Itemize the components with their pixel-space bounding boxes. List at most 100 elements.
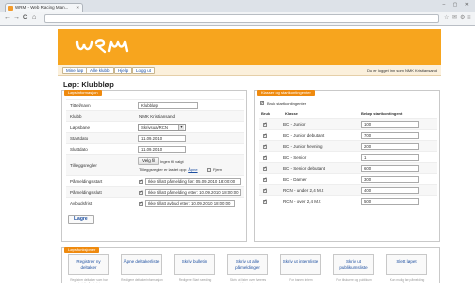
classes-header: Klasser og startkontingenter	[257, 90, 315, 96]
cancel-input[interactable]: Ikke tillatt avbud etter: 10.09.2010 18:…	[145, 200, 235, 207]
cancel-checkbox[interactable]	[139, 200, 143, 206]
menu-icon[interactable]: ≡	[467, 14, 471, 22]
class-row: BC - Senior 1	[259, 151, 437, 162]
class-fee-input[interactable]: 700	[361, 132, 419, 139]
browser-tab[interactable]: WRM - Web Racing Man... ×	[5, 3, 83, 12]
tab-close-icon[interactable]: ×	[76, 4, 79, 12]
reg-close-input[interactable]: Ikke tillatt påmelding etter: 10.09.2010…	[145, 189, 241, 196]
address-bar[interactable]	[44, 14, 439, 23]
class-row: BC - Senior debutant 600	[259, 162, 437, 173]
actions-header: Løpsfunksjoner	[64, 247, 100, 253]
class-fee-input[interactable]: 1	[361, 154, 419, 161]
use-fee-checkbox[interactable]	[260, 100, 264, 106]
field-row-reg-open: Påmeldingsstart Ikke tillatt påmelding f…	[66, 175, 244, 186]
reg-open-label: Påmeldingsstart	[70, 179, 103, 184]
field-row-startdate: Startdato 11.09.2010	[66, 132, 244, 143]
back-icon[interactable]: ←	[4, 14, 11, 22]
class-name: BC - Senior	[283, 155, 307, 160]
col-class-header: Klasse	[285, 111, 298, 116]
track-label: Løpsbane	[70, 125, 91, 130]
action-description: For tilskuere og publikum	[336, 278, 372, 282]
chevron-down-icon: ▼	[178, 125, 184, 130]
use-fee-label: Bruk startkontingenter	[267, 100, 307, 106]
tab-title: WRM - Web Racing Man...	[15, 5, 69, 10]
wrm-logo	[74, 35, 134, 57]
class-row: BC - Junior debutant 700	[259, 129, 437, 140]
class-row: RCN - under 2,4 M.t 400	[259, 184, 437, 195]
action-description: For banen intern	[289, 278, 313, 282]
class-fee-input[interactable]: 400	[361, 187, 419, 194]
reg-close-checkbox[interactable]	[139, 189, 143, 195]
startdate-input[interactable]: 11.09.2010	[138, 135, 186, 142]
classes-panel: Klasser og startkontingenter Bruk startk…	[254, 90, 440, 242]
favicon-icon	[8, 6, 13, 11]
choose-file-button[interactable]: Velg fil	[138, 157, 160, 165]
menu-hjelp[interactable]: Hjelp	[114, 67, 133, 74]
class-use-checkbox[interactable]	[263, 198, 267, 204]
race-info-panel: Løpsinformasjon Tittel/navn Klubbløp Klu…	[61, 90, 247, 242]
field-row-enddate: Sluttdato 11.09.2010	[66, 143, 244, 154]
class-row: BC - Junior hevning 200	[259, 140, 437, 151]
menu-alle-klubb[interactable]: Alle klubb	[86, 67, 114, 74]
window-controls[interactable]: – ▢ ✕	[443, 2, 472, 8]
reg-open-checkbox[interactable]	[139, 178, 143, 184]
menu-logg-ut[interactable]: Logg ut	[132, 67, 156, 74]
reload-icon[interactable]: C	[23, 14, 27, 22]
class-row: BC - Damer 300	[259, 173, 437, 184]
field-row-reg-close: Påmeldingsslutt Ikke tillatt påmelding e…	[66, 186, 244, 197]
login-info: Du er logget inn som NMK Kristiansand	[366, 68, 437, 73]
field-row-club: Klubb NMK Kristiansand	[66, 110, 244, 121]
settings-icon[interactable]: ⚙	[460, 14, 465, 22]
enddate-input[interactable]: 11.09.2010	[138, 146, 186, 153]
action-button[interactable]: Skriv ut internliste	[280, 254, 321, 275]
action-button[interactable]: Skriv ut publikumsliste	[333, 254, 374, 275]
title-input[interactable]: Klubbløp	[138, 102, 198, 109]
forward-icon[interactable]: →	[13, 14, 20, 22]
actions-panel: Løpsfunksjoner Registrer ny deltaker Regi…	[61, 247, 440, 283]
menu-mine-lop[interactable]: Mine løp	[62, 67, 88, 74]
home-icon[interactable]: ⌂	[32, 14, 36, 22]
action-description: Redigere deltakerinformasjon	[121, 278, 163, 282]
action-description: Registrer deltaker som har betalt på ste…	[70, 278, 108, 283]
class-use-checkbox[interactable]	[263, 143, 267, 149]
class-use-checkbox[interactable]	[263, 176, 267, 182]
reg-open-input[interactable]: Ikke tillatt påmelding før: 05.09.2010 1…	[145, 178, 241, 185]
save-button[interactable]: Lagre	[68, 215, 94, 224]
action-button[interactable]: Skriv bulletin	[174, 254, 215, 275]
class-fee-input[interactable]: 100	[361, 121, 419, 128]
browser-chrome: WRM - Web Racing Man... × – ▢ ✕ ← → C ⌂ …	[0, 0, 475, 26]
class-fee-input[interactable]: 600	[361, 165, 419, 172]
action-button[interactable]: Slett løpet	[386, 254, 427, 275]
bookmark-star-icon[interactable]: ☆	[444, 14, 449, 22]
main-menu: Mine løp Alle klubb Hjelp Logg ut Du er …	[58, 65, 441, 76]
mail-icon[interactable]: ✉	[452, 14, 457, 22]
field-row-title: Tittel/navn Klubbløp	[66, 99, 244, 110]
class-fee-input[interactable]: 300	[361, 176, 419, 183]
action-button[interactable]: Skriv ut alle påmeldinger	[227, 254, 268, 275]
header-banner	[58, 29, 441, 65]
action-button[interactable]: Registrer ny deltaker	[68, 254, 109, 275]
class-use-checkbox[interactable]	[263, 165, 267, 171]
class-use-checkbox[interactable]	[263, 132, 267, 138]
race-info-header: Løpsinformasjon	[64, 90, 102, 96]
action-description: Skriv ut lister over føreres informasjon	[229, 278, 267, 283]
class-use-checkbox[interactable]	[263, 154, 267, 160]
class-name: BC - Damer	[283, 177, 307, 182]
current-file-prefix: Tilleggsregler er lastet opp:	[139, 167, 188, 172]
attachments-label: Tilleggsregler	[70, 163, 97, 168]
no-file-text: Ingen fil valgt	[160, 159, 184, 164]
class-row: RCN - over 2,4 M.t 500	[259, 195, 437, 206]
enddate-label: Sluttdato	[70, 147, 88, 152]
col-fee-header: Beløp startkontingent	[361, 111, 403, 116]
class-use-checkbox[interactable]	[263, 121, 267, 127]
action-button[interactable]: Åpne deltakerliste	[121, 254, 162, 275]
open-file-link[interactable]: Åpne	[188, 167, 197, 172]
delete-file-checkbox[interactable]	[207, 167, 211, 172]
track-select[interactable]: Skrivsua/RCN ▼	[138, 124, 186, 131]
class-use-checkbox[interactable]	[263, 187, 267, 193]
title-label: Tittel/navn	[70, 103, 91, 108]
class-fee-input[interactable]: 200	[361, 143, 419, 150]
field-row-cancel: Avbudsfrist Ikke tillatt avbud etter: 10…	[66, 197, 244, 208]
club-value: NMK Kristiansand	[139, 114, 176, 119]
class-fee-input[interactable]: 500	[361, 198, 419, 205]
